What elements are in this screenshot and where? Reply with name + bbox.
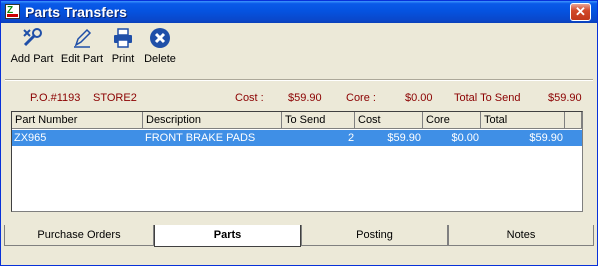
title-bar[interactable]: Z Parts Transfers ✕ (1, 1, 597, 23)
column-header-filler (565, 112, 582, 129)
store-name: STORE2 (93, 92, 137, 104)
cell-part-number: ZX965 (14, 132, 47, 144)
column-header-total[interactable]: Total (481, 112, 565, 129)
edit-part-button[interactable]: Edit Part (60, 27, 104, 65)
po-number: P.O.#1193 (30, 92, 81, 104)
cell-to-send: 2 (348, 132, 355, 144)
tab-posting[interactable]: Posting (301, 225, 448, 246)
tab-purchase-orders[interactable]: Purchase Orders (4, 225, 154, 246)
delete-button[interactable]: Delete (143, 27, 177, 65)
delete-icon (150, 28, 170, 48)
add-part-icon (23, 28, 42, 47)
column-header-to-send[interactable]: To Send (282, 112, 355, 129)
parts-transfers-window: Z Parts Transfers ✕ Add Part Edit Part P… (0, 0, 598, 266)
column-header-description[interactable]: Description (143, 112, 282, 129)
add-part-button[interactable]: Add Part (9, 27, 55, 65)
printer-icon (114, 28, 132, 48)
table-row[interactable]: ZX965 FRONT BRAKE PADS 2 $59.90 $0.00 $5… (12, 130, 582, 146)
total-to-send-value: $59.90 (548, 92, 582, 104)
toolbar: Add Part Edit Part Print Delete (1, 25, 597, 75)
add-part-label: Add Part (10, 53, 54, 65)
cell-cost: $59.90 (387, 132, 421, 144)
column-header-part-number[interactable]: Part Number (12, 112, 143, 129)
tab-parts[interactable]: Parts (154, 225, 301, 247)
pencil-icon (74, 28, 92, 48)
print-button[interactable]: Print (109, 27, 137, 65)
cell-core: $0.00 (451, 132, 479, 144)
window-title: Parts Transfers (25, 4, 127, 20)
cost-label: Cost : (235, 92, 264, 104)
edit-part-label: Edit Part (60, 53, 104, 65)
tab-strip: Purchase Orders Parts Posting Notes (4, 225, 594, 247)
tab-notes[interactable]: Notes (448, 225, 594, 246)
delete-label: Delete (144, 53, 176, 65)
cell-description: FRONT BRAKE PADS (145, 132, 256, 144)
column-header-core[interactable]: Core (423, 112, 481, 129)
cell-total: $59.90 (529, 132, 563, 144)
print-label: Print (111, 53, 135, 65)
core-label: Core : (346, 92, 376, 104)
total-to-send-label: Total To Send (454, 92, 521, 104)
column-header-cost[interactable]: Cost (355, 112, 423, 129)
grid-header: Part Number Description To Send Cost Cor… (12, 112, 582, 129)
cost-value: $59.90 (288, 92, 322, 104)
toolbar-divider (5, 79, 593, 81)
core-value: $0.00 (405, 92, 433, 104)
app-icon: Z (5, 4, 20, 19)
parts-grid[interactable]: Part Number Description To Send Cost Cor… (11, 111, 583, 212)
close-button[interactable]: ✕ (570, 3, 591, 21)
